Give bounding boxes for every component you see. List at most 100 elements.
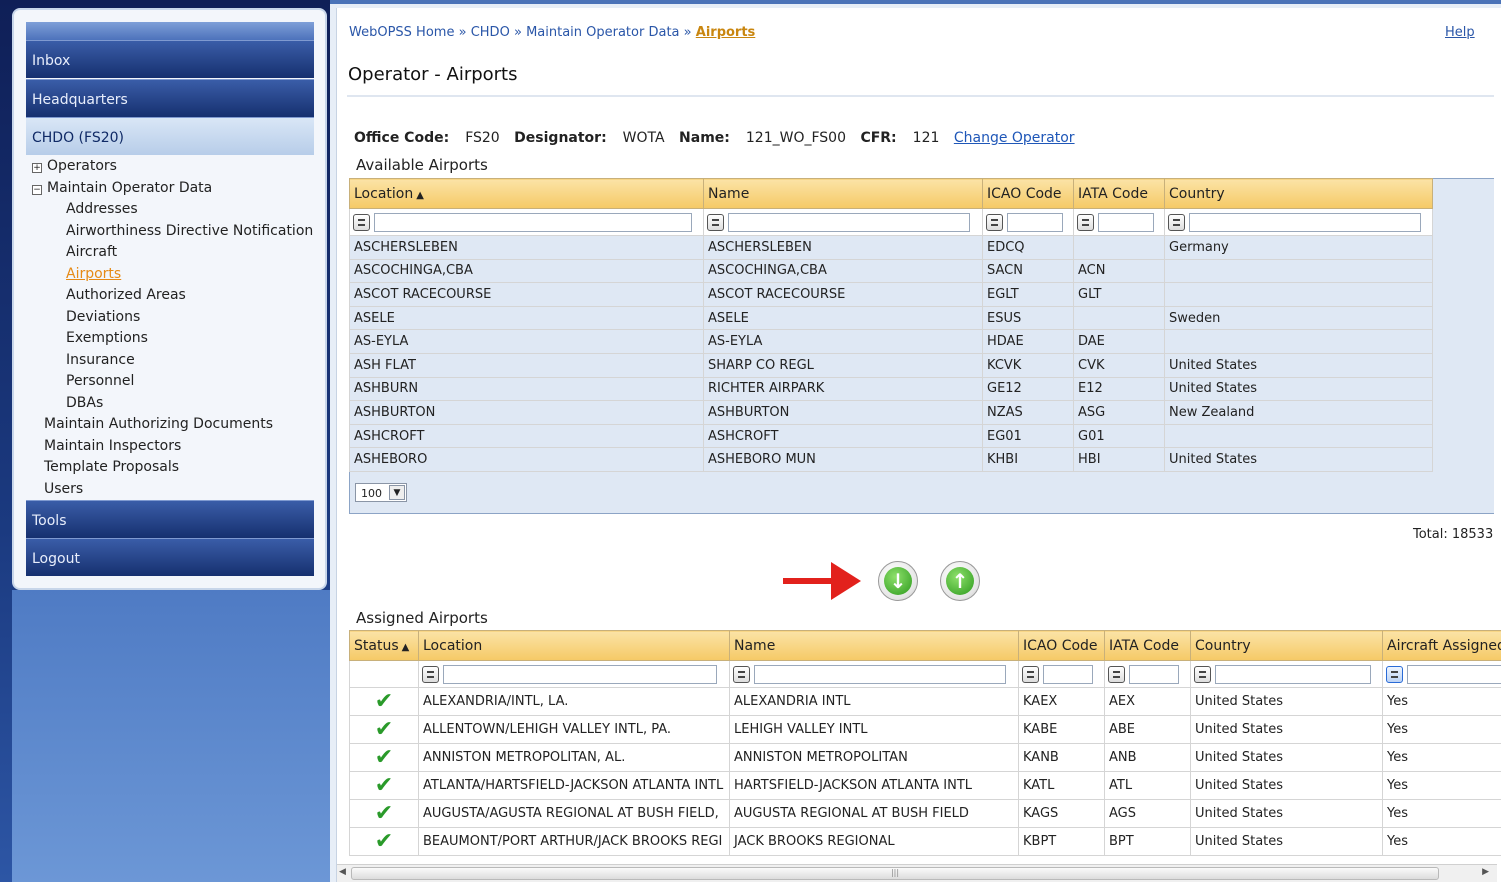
scroll-left-icon[interactable]: ◀ [339,867,346,877]
filter-menu-icon[interactable] [1077,213,1094,231]
filter-menu-icon[interactable] [1022,665,1039,683]
table-row[interactable]: ASHBURN RICHTER AIRPARK GE12 E12 United Stat… [349,376,1433,402]
table-row[interactable]: ASHEBORO ASHEBORO MUN KHBI HBI United States [349,447,1433,472]
tree-item-ad-notification[interactable]: Airworthiness Directive Notification [28,221,318,243]
table-row[interactable]: ASHBURTON ASHBURTON NZAS ASG New Zealand [349,400,1433,425]
expand-icon[interactable]: + [32,163,42,173]
col-location-header[interactable]: Location ▲ [349,178,704,209]
tree-item-authorized-areas[interactable]: Authorized Areas [28,285,318,307]
country-filter-input[interactable] [1189,212,1421,232]
table-row[interactable]: ASCOT RACECOURSE ASCOT RACECOURSE EGLT GLT [349,282,1433,307]
collapse-icon[interactable]: − [32,184,42,195]
col-iata-header[interactable]: IATA Code [1073,178,1165,209]
filter-menu-icon[interactable] [1194,665,1211,683]
tree-item-maintain-inspectors[interactable]: Maintain Inspectors [28,436,318,458]
filter-menu-icon[interactable] [733,665,750,683]
tree-item-maintain-operator-data[interactable]: − Maintain Operator Data [28,178,318,200]
tree-item-addresses[interactable]: Addresses [28,199,318,221]
table-cell [1164,282,1433,307]
col-iata-header[interactable]: IATA Code [1104,630,1191,661]
table-cell: ATL [1104,771,1191,800]
table-row[interactable]: ASH FLAT SHARP CO REGL KCVK CVK United State… [349,352,1433,378]
nav-headquarters[interactable]: Headquarters [26,79,314,117]
tree-item-aircraft[interactable]: Aircraft [28,242,318,264]
horizontal-scrollbar[interactable]: ◀ ||| ▶ [337,864,1497,882]
col-icao-header[interactable]: ICAO Code [1018,630,1105,661]
filter-menu-icon[interactable] [353,213,370,231]
filter-menu-icon[interactable] [1168,213,1185,231]
col-country-header[interactable]: Country [1164,178,1433,209]
breadcrumb-current[interactable]: Airports [696,25,756,40]
col-country-header[interactable]: Country [1190,630,1383,661]
col-name-header[interactable]: Name [729,630,1019,661]
table-row[interactable]: AS-EYLA AS-EYLA HDAE DAE [349,329,1433,354]
table-cell: United States [1190,827,1383,856]
tree-item-dbas[interactable]: DBAs [28,393,318,415]
icao-filter-input[interactable] [1007,212,1063,232]
unassign-button[interactable]: ↑ [940,561,980,601]
icao-filter-input[interactable] [1043,664,1093,684]
iata-filter-input[interactable] [1098,212,1154,232]
title-divider [347,95,1494,97]
page-size-select[interactable]: 100 ▼ [355,483,407,502]
table-row[interactable]: ✔ ALEXANDRIA/INTL, LA. ALEXANDRIA INTL KAEX… [349,687,1501,716]
tree-item-airports[interactable]: Airports [28,264,318,286]
tree-item-template-proposals[interactable]: Template Proposals [28,457,318,479]
nav-inbox[interactable]: Inbox [26,40,314,78]
breadcrumb-home-link[interactable]: WebOPSS Home [349,25,454,40]
country-filter-input[interactable] [1215,664,1371,684]
table-row[interactable]: ✔ AUGUSTA/AGUSTA REGIONAL AT BUSH FIELD, A… [349,799,1501,828]
location-filter-input[interactable] [443,664,717,684]
table-cell: JACK BROOKS REGIONAL [729,827,1019,856]
filter-menu-icon[interactable] [986,213,1003,231]
table-cell: ASCOCHINGA,CBA [349,258,704,284]
table-cell: United States [1190,771,1383,800]
tree-item-users[interactable]: Users [28,479,318,501]
table-cell: ATLANTA/HARTSFIELD-JACKSON ATLANTA INTL [418,771,730,800]
arrow-down-icon: ↓ [884,567,912,595]
col-name-header[interactable]: Name [703,178,983,209]
filter-menu-icon[interactable] [422,665,439,683]
iata-filter-input[interactable] [1129,664,1179,684]
table-row[interactable]: ASCOCHINGA,CBA ASCOCHINGA,CBA SACN ACN [349,258,1433,284]
col-icao-header[interactable]: ICAO Code [982,178,1074,209]
filter-menu-icon[interactable] [1386,665,1403,683]
scrollbar-thumb[interactable]: ||| [351,867,1439,880]
tree-item-maintain-authorizing-documents[interactable]: Maintain Authorizing Documents [28,414,318,436]
nav-tools[interactable]: Tools [26,500,314,538]
nav-logout[interactable]: Logout [26,538,314,576]
table-cell: Germany [1164,235,1433,260]
scroll-right-icon[interactable]: ▶ [1482,867,1489,877]
tree-item-exemptions[interactable]: Exemptions [28,328,318,350]
chevron-down-icon[interactable]: ▼ [389,485,405,500]
help-link[interactable]: Help [1445,25,1475,40]
table-cell: BEAUMONT/PORT ARTHUR/JACK BROOKS REGI [418,827,730,856]
change-operator-link[interactable]: Change Operator [954,130,1075,146]
tree-item-insurance[interactable]: Insurance [28,350,318,372]
col-status-header[interactable]: Status ▲ [349,630,419,661]
filter-menu-icon[interactable] [1108,665,1125,683]
table-row[interactable]: ✔ ALLENTOWN/LEHIGH VALLEY INTL, PA. LEHIGH… [349,715,1501,744]
filter-row [349,660,1501,688]
table-row[interactable]: ✔ ANNISTON METROPOLITAN, AL. ANNISTON METR… [349,743,1501,772]
tree-item-operators[interactable]: + Operators [28,156,318,178]
col-location-header[interactable]: Location [418,630,730,661]
nav-office[interactable]: CHDO (FS20) [26,117,314,155]
tree-item-deviations[interactable]: Deviations [28,307,318,329]
breadcrumb-chdo-link[interactable]: CHDO [471,25,510,40]
table-cell: HBI [1073,447,1165,472]
breadcrumb-maintain-link[interactable]: Maintain Operator Data [526,25,679,40]
table-row[interactable]: ASHCROFT ASHCROFT EG01 G01 [349,423,1433,449]
tree-item-personnel[interactable]: Personnel [28,371,318,393]
assign-button[interactable]: ↓ [878,561,918,601]
col-aircraft-assigned-header[interactable]: Aircraft Assigned [1382,630,1501,661]
table-row[interactable]: ✔ ATLANTA/HARTSFIELD-JACKSON ATLANTA INTL… [349,771,1501,800]
location-filter-input[interactable] [374,212,692,232]
table-row[interactable]: ASCHERSLEBEN ASCHERSLEBEN EDCQ Germany [349,235,1433,260]
name-filter-input[interactable] [754,664,1006,684]
aircraft-assigned-filter-input[interactable] [1407,664,1501,684]
table-row[interactable]: ✔ BEAUMONT/PORT ARTHUR/JACK BROOKS REGI JA… [349,827,1501,856]
filter-menu-icon[interactable] [707,213,724,231]
table-row[interactable]: ASELE ASELE ESUS Sweden [349,305,1433,331]
name-filter-input[interactable] [728,212,970,232]
